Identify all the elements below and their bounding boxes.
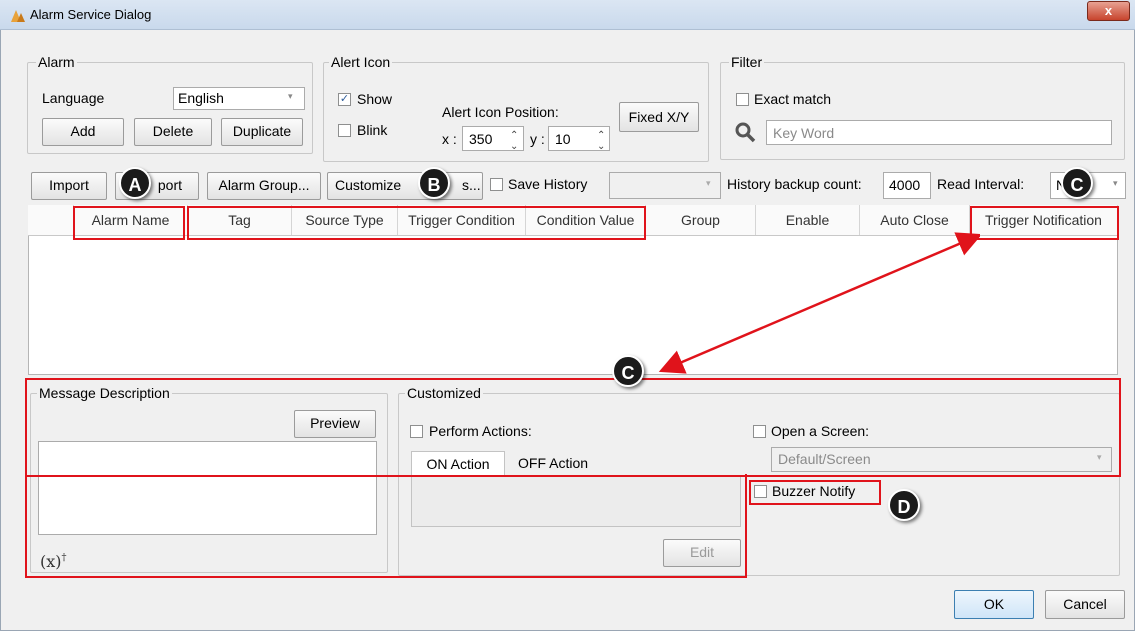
marker-c-top: C bbox=[1061, 167, 1093, 199]
close-button[interactable]: x bbox=[1087, 1, 1130, 21]
blink-checkbox[interactable] bbox=[338, 124, 351, 137]
fixed-xy-button[interactable]: Fixed X/Y bbox=[619, 102, 699, 132]
duplicate-button[interactable]: Duplicate bbox=[221, 118, 303, 146]
y-label: y : bbox=[530, 131, 545, 147]
exact-match-label: Exact match bbox=[754, 91, 832, 107]
x-label: x : bbox=[442, 131, 457, 147]
language-value: English bbox=[178, 90, 224, 106]
annotation-arrow bbox=[658, 232, 980, 374]
exact-match-checkbox[interactable] bbox=[736, 93, 749, 106]
spin-arrows-icon[interactable]: ⌃ ⌄ bbox=[510, 130, 518, 152]
customize-button[interactable]: Customize s... bbox=[327, 172, 483, 200]
marker-d: D bbox=[888, 489, 920, 521]
chevron-down-icon: ▾ bbox=[706, 178, 711, 188]
alert-icon-legend: Alert Icon bbox=[329, 54, 393, 70]
show-label: Show bbox=[357, 91, 393, 107]
cancel-button[interactable]: Cancel bbox=[1045, 590, 1125, 619]
marker-b: B bbox=[418, 167, 450, 199]
search-icon bbox=[735, 122, 756, 143]
delete-button[interactable]: Delete bbox=[134, 118, 212, 146]
filter-group: Filter bbox=[720, 54, 1125, 160]
keyword-placeholder: Key Word bbox=[773, 125, 835, 141]
blink-label: Blink bbox=[357, 122, 388, 138]
save-history-select[interactable]: ▾ bbox=[609, 172, 721, 199]
annotation-box-notification-lower bbox=[25, 474, 747, 578]
language-select[interactable]: English ▾ bbox=[173, 87, 305, 110]
y-value: 10 bbox=[555, 131, 571, 147]
show-checkbox[interactable]: ✓ bbox=[338, 93, 351, 106]
history-backup-label: History backup count: bbox=[727, 176, 862, 192]
window-title: Alarm Service Dialog bbox=[30, 7, 152, 22]
annotation-box-notification-settings bbox=[25, 378, 1121, 477]
filter-legend: Filter bbox=[729, 54, 765, 70]
x-value: 350 bbox=[469, 131, 493, 147]
x-stepper[interactable]: 350 ⌃ ⌄ bbox=[462, 126, 524, 152]
save-history-label: Save History bbox=[508, 176, 588, 192]
import-button[interactable]: Import bbox=[31, 172, 107, 200]
ok-button[interactable]: OK bbox=[954, 590, 1034, 619]
chevron-down-icon: ▾ bbox=[288, 91, 293, 101]
alarm-legend: Alarm bbox=[36, 54, 77, 70]
marker-a: A bbox=[119, 167, 151, 199]
app-icon bbox=[11, 10, 25, 22]
language-label: Language bbox=[42, 90, 105, 106]
read-interval-label: Read Interval: bbox=[937, 176, 1025, 192]
alarm-group-button[interactable]: Alarm Group... bbox=[207, 172, 321, 200]
annotation-box-conditions bbox=[187, 206, 646, 240]
annotation-box-buzzer bbox=[749, 480, 881, 505]
keyword-input[interactable]: Key Word bbox=[766, 120, 1112, 145]
history-backup-input[interactable]: 4000 bbox=[883, 172, 931, 199]
customize-label-tail: s... bbox=[462, 177, 481, 193]
add-button[interactable]: Add bbox=[42, 118, 124, 146]
save-history-checkbox[interactable] bbox=[490, 178, 503, 191]
chevron-down-icon: ▾ bbox=[1113, 178, 1118, 188]
marker-c-bottom: C bbox=[612, 355, 644, 387]
annotation-box-alarm-name bbox=[73, 206, 185, 240]
history-backup-value: 4000 bbox=[889, 177, 921, 193]
annotation-box-trigger-notification bbox=[970, 206, 1119, 240]
table-header-rowselect bbox=[28, 205, 74, 235]
y-stepper[interactable]: 10 ⌃ ⌄ bbox=[548, 126, 610, 152]
title-bar bbox=[0, 0, 1135, 30]
spin-arrows-icon[interactable]: ⌃ ⌄ bbox=[597, 130, 605, 152]
customize-label: Customize bbox=[335, 177, 402, 193]
alert-icon-position-label: Alert Icon Position: bbox=[442, 104, 559, 120]
